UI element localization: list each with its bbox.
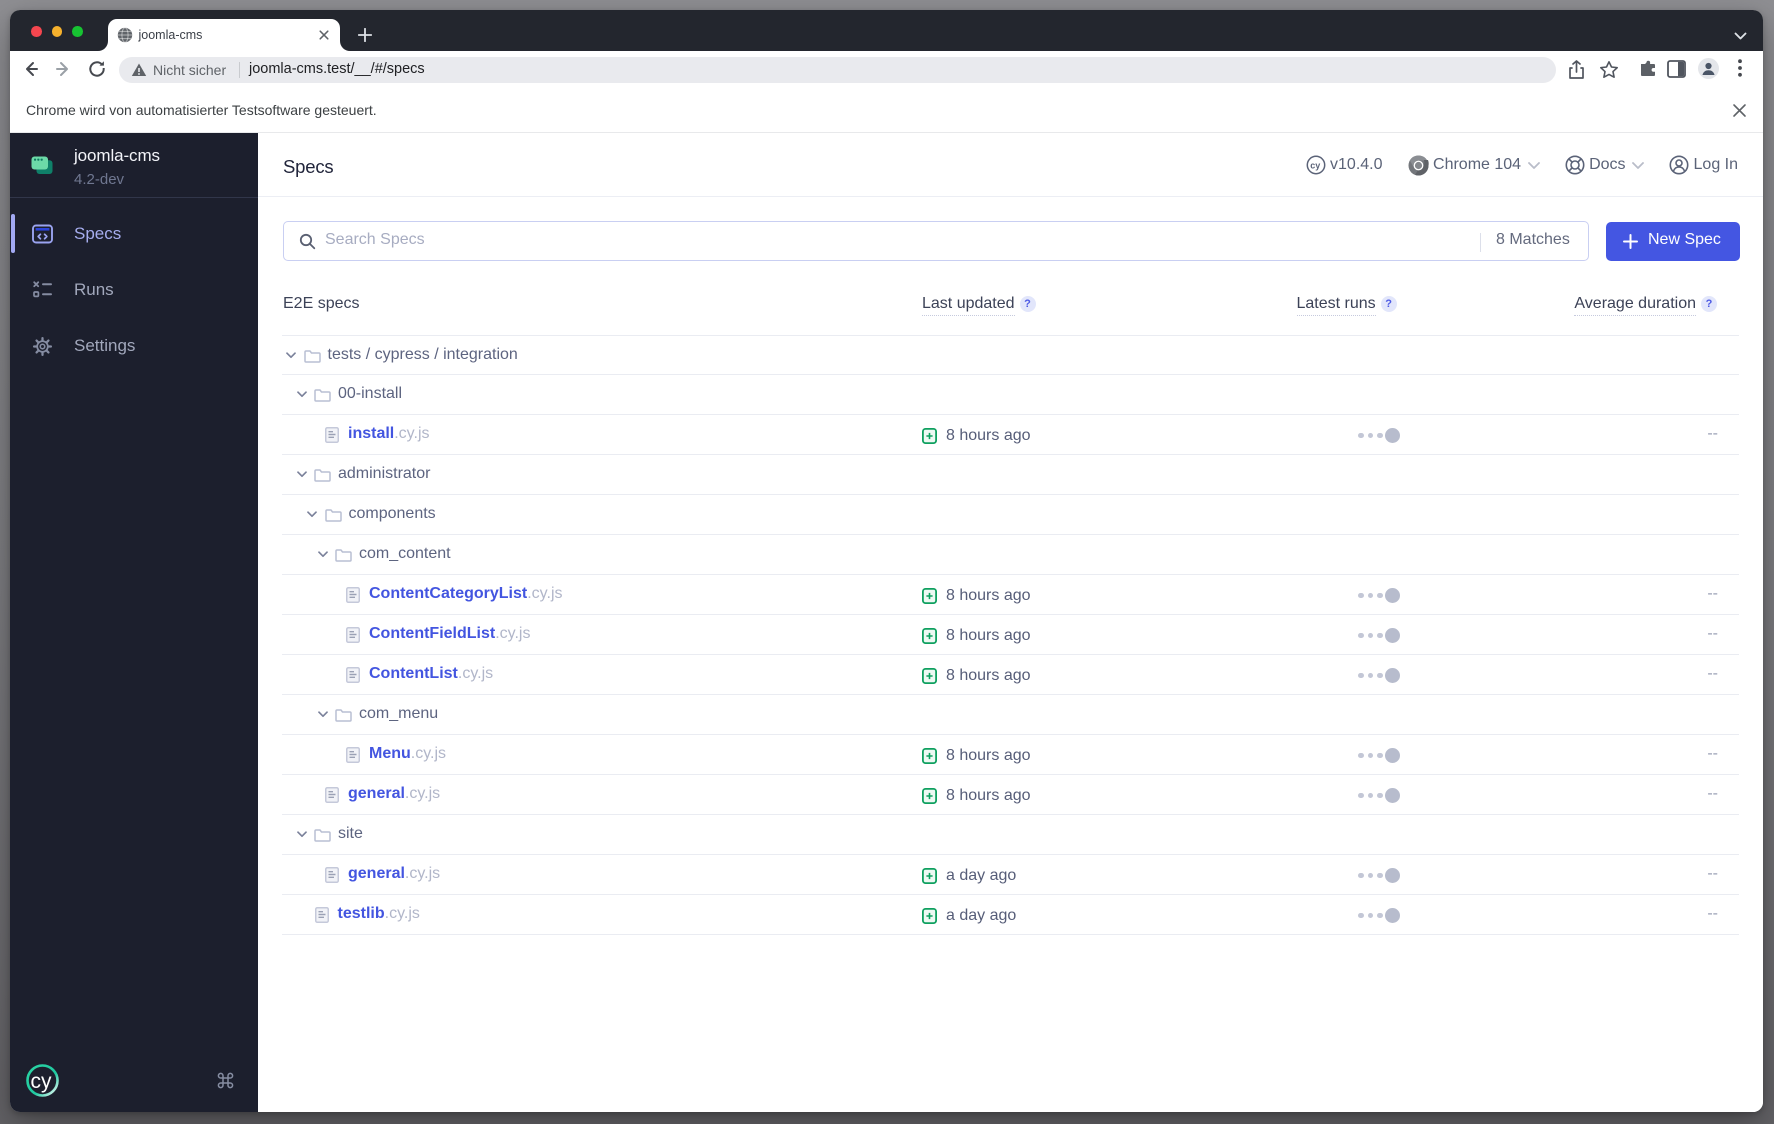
svg-text:cy: cy [31, 1070, 53, 1093]
svg-text:cy: cy [1310, 161, 1320, 171]
